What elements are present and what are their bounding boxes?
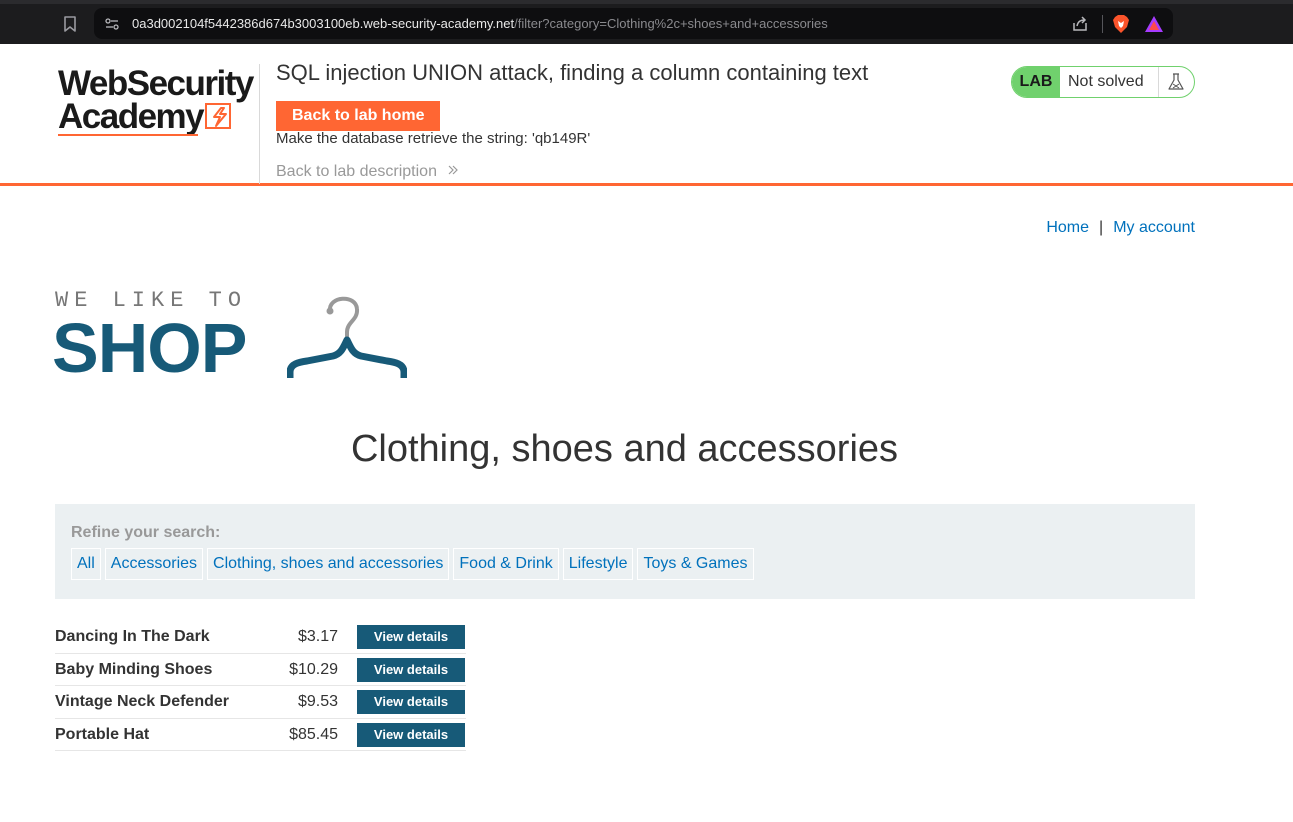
url-divider — [1102, 15, 1103, 33]
back-to-lab-description-label: Back to lab description — [276, 163, 437, 180]
filter-category-food-drink[interactable]: Food & Drink — [453, 548, 559, 580]
academy-header: WebSecurity Academy SQL injection UNION … — [0, 44, 1293, 186]
product-name: Dancing In The Dark — [55, 628, 210, 645]
lab-objective: Make the database retrieve the string: '… — [276, 130, 591, 147]
site-info-icon[interactable] — [104, 16, 120, 32]
back-to-lab-home-button[interactable]: Back to lab home — [276, 101, 441, 131]
flask-icon — [1168, 73, 1184, 90]
logo-underline — [58, 134, 198, 136]
product-row: Vintage Neck Defender $9.53 View details — [55, 686, 466, 719]
clothes-hanger-icon — [287, 296, 407, 378]
nav-separator: | — [1099, 219, 1104, 236]
category-heading: Clothing, shoes and accessories — [350, 428, 899, 470]
view-details-button[interactable]: View details — [357, 625, 465, 649]
filter-category-list: All Accessories Clothing, shoes and acce… — [71, 548, 754, 580]
filter-category-toys-games[interactable]: Toys & Games — [637, 548, 754, 580]
product-name: Portable Hat — [55, 725, 150, 743]
rewards-icon[interactable] — [1144, 15, 1164, 33]
url-host: 0a3d002104f5442386d674b3003100eb.web-sec… — [132, 16, 515, 31]
my-account-link[interactable]: My account — [1113, 219, 1195, 236]
product-name: Vintage Neck Defender — [55, 693, 229, 710]
back-to-lab-description-link[interactable]: Back to lab description — [276, 163, 459, 181]
share-icon[interactable] — [1071, 15, 1089, 33]
home-link[interactable]: Home — [1046, 219, 1089, 236]
filter-category-lifestyle[interactable]: Lifestyle — [562, 548, 634, 580]
product-table: Dancing In The Dark $3.17 View details B… — [55, 621, 466, 751]
product-row: Baby Minding Shoes $10.29 View details — [55, 654, 466, 686]
lab-tag: LAB — [1012, 67, 1060, 97]
view-details-button[interactable]: View details — [357, 690, 465, 714]
url-path: /filter?category=Clothing%2c+shoes+and+a… — [514, 16, 828, 31]
lab-status-text: Not solved — [1068, 73, 1144, 90]
logo-line-2: Academy — [58, 97, 205, 136]
view-details-button[interactable]: View details — [357, 722, 465, 747]
filter-label: Refine your search: — [71, 524, 221, 541]
address-bar[interactable]: 0a3d002104f5442386d674b3003100eb.web-sec… — [94, 8, 1173, 39]
lightning-bolt-icon — [205, 103, 231, 129]
lab-status-divider — [1158, 67, 1159, 97]
shop-logo: WE LIKE TO SHOP — [52, 288, 415, 388]
lab-title: SQL injection UNION attack, finding a co… — [276, 60, 869, 85]
brave-icon[interactable] — [1112, 14, 1130, 34]
double-chevron-right-icon — [449, 165, 459, 175]
product-price: $9.53 — [297, 693, 338, 710]
browser-toolbar: 0a3d002104f5442386d674b3003100eb.web-sec… — [0, 0, 1293, 44]
web-security-academy-logo[interactable]: WebSecurity Academy — [58, 64, 258, 139]
product-row: Portable Hat $85.45 View details — [55, 719, 466, 751]
product-price: $85.45 — [289, 725, 338, 743]
lab-status-widget: LAB Not solved — [1011, 66, 1195, 98]
filter-category-accessories[interactable]: Accessories — [104, 548, 204, 580]
account-navigation: Home | My account — [1046, 219, 1195, 237]
url-text: 0a3d002104f5442386d674b3003100eb.web-sec… — [132, 16, 828, 31]
shop-logo-word: SHOP — [52, 309, 247, 387]
header-divider — [259, 64, 260, 184]
product-name: Baby Minding Shoes — [55, 660, 213, 678]
filter-category-clothing[interactable]: Clothing, shoes and accessories — [207, 548, 450, 580]
view-details-button[interactable]: View details — [357, 657, 465, 682]
bookmark-icon[interactable] — [62, 15, 78, 33]
product-price: $10.29 — [289, 660, 338, 678]
filter-category-all[interactable]: All — [71, 548, 101, 580]
filter-panel: Refine your search: All Accessories Clot… — [55, 504, 1195, 599]
product-price: $3.17 — [297, 628, 338, 645]
product-row: Dancing In The Dark $3.17 View details — [55, 621, 466, 654]
